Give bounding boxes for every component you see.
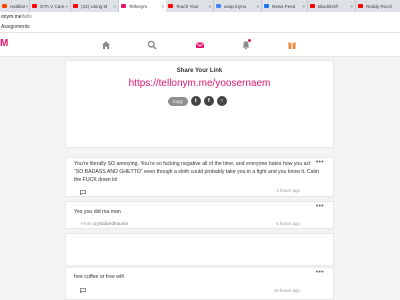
tab-label: News Feed [272,3,296,9]
tab-label: Teach Your [176,3,199,9]
home-icon[interactable] [101,40,111,50]
facebook-favicon-icon [264,4,269,8]
tellonym-logo[interactable]: M [0,38,8,49]
tab-label: (22) Using M [81,3,108,9]
from-label: From [81,221,92,226]
browser-tab[interactable]: redditor × [0,0,30,12]
search-icon[interactable] [147,40,157,50]
more-options-icon[interactable]: ••• [316,269,324,276]
share-link-card: Share Your Link https://tellonym.me/yoos… [65,60,334,148]
tab-label: GTA V Care [40,3,65,9]
tell-card: ••• Yes you did ma man From crystalizedt… [65,201,334,229]
address-bar[interactable]: onym.me/tells [0,12,400,22]
tab-label: Roddy Ricch [366,3,393,9]
youtube-icon [32,4,37,8]
app-navbar: M [0,33,400,57]
browser-tab-active[interactable]: Tellonym × [119,0,166,12]
tab-favicon-icon [2,4,7,8]
tell-timestamp: 3 hours ago [276,188,300,193]
tell-sender: From crystalizedtrauma [81,221,128,226]
youtube-icon [358,4,363,8]
url-path: /tells [21,14,32,20]
whatsapp-icon[interactable]: ○ [216,96,227,106]
tab-label: Tellonym [129,3,148,9]
youtube-icon [310,4,315,8]
browser-tab[interactable]: (22) Using M × [71,0,119,12]
gift-icon[interactable] [287,40,297,50]
tab-label: redditor [10,3,26,9]
share-actions: Copy t f ○ [168,96,230,106]
share-title: Share Your Link [176,68,223,74]
tell-card: ••• You’re literally SO annoying. You’re… [65,157,334,197]
browser-tab-strip: redditor × GTA V Care × (22) Using M × T… [0,0,400,12]
close-tab-icon[interactable]: × [65,4,68,9]
youtube-icon [168,4,173,8]
tell-text: free coffee or free wifi [74,274,124,280]
notification-dot [248,39,251,42]
reply-icon[interactable] [80,288,86,293]
tell-text: Yes you did ma man [74,209,121,215]
close-tab-icon[interactable]: × [302,4,305,9]
google-icon [216,4,221,8]
sender-name[interactable]: crystalizedtrauma [93,221,128,226]
close-tab-icon[interactable]: × [26,4,29,9]
url-domain: onym.me [1,14,22,20]
browser-tab[interactable]: News Feed × [262,0,308,12]
bookmarks-bar: Assignments [0,22,400,33]
tab-label: asap k!ynu [224,3,247,9]
tell-timestamp: 16 hours ago [273,288,300,293]
tellonym-favicon-icon [121,4,126,8]
browser-tab[interactable]: Roddy Ricch [356,0,400,12]
inbox-icon[interactable] [195,40,205,50]
close-tab-icon[interactable]: × [113,4,116,9]
browser-tab[interactable]: asap k!ynu × [214,0,262,12]
copy-link-button[interactable]: Copy [168,96,188,106]
empty-card [65,233,334,266]
close-tab-icon[interactable]: × [208,4,211,9]
tell-text: You’re literally SO annoying. You’re so … [74,161,319,183]
close-tab-icon[interactable]: × [161,4,164,9]
more-options-icon[interactable]: ••• [316,203,324,210]
bookmark-assignments[interactable]: Assignments [1,24,30,30]
close-tab-icon[interactable]: × [256,4,259,9]
twitter-icon[interactable]: t [190,96,201,106]
close-tab-icon[interactable]: × [350,4,353,9]
reply-icon[interactable] [80,190,86,195]
youtube-icon [73,4,78,8]
share-link[interactable]: https://tellonym.me/yoosernaem [66,78,333,89]
browser-tab[interactable]: Blacklist® × [308,0,356,12]
browser-tab[interactable]: Teach Your × [166,0,214,12]
facebook-icon[interactable]: f [203,96,214,106]
tell-timestamp: 5 hours ago [276,221,300,226]
tell-card: ••• free coffee or free wifi 16 hours ag… [65,267,334,300]
notifications-icon[interactable] [241,39,251,50]
tab-label: Blacklist® [318,3,339,9]
browser-tab[interactable]: GTA V Care × [30,0,71,12]
